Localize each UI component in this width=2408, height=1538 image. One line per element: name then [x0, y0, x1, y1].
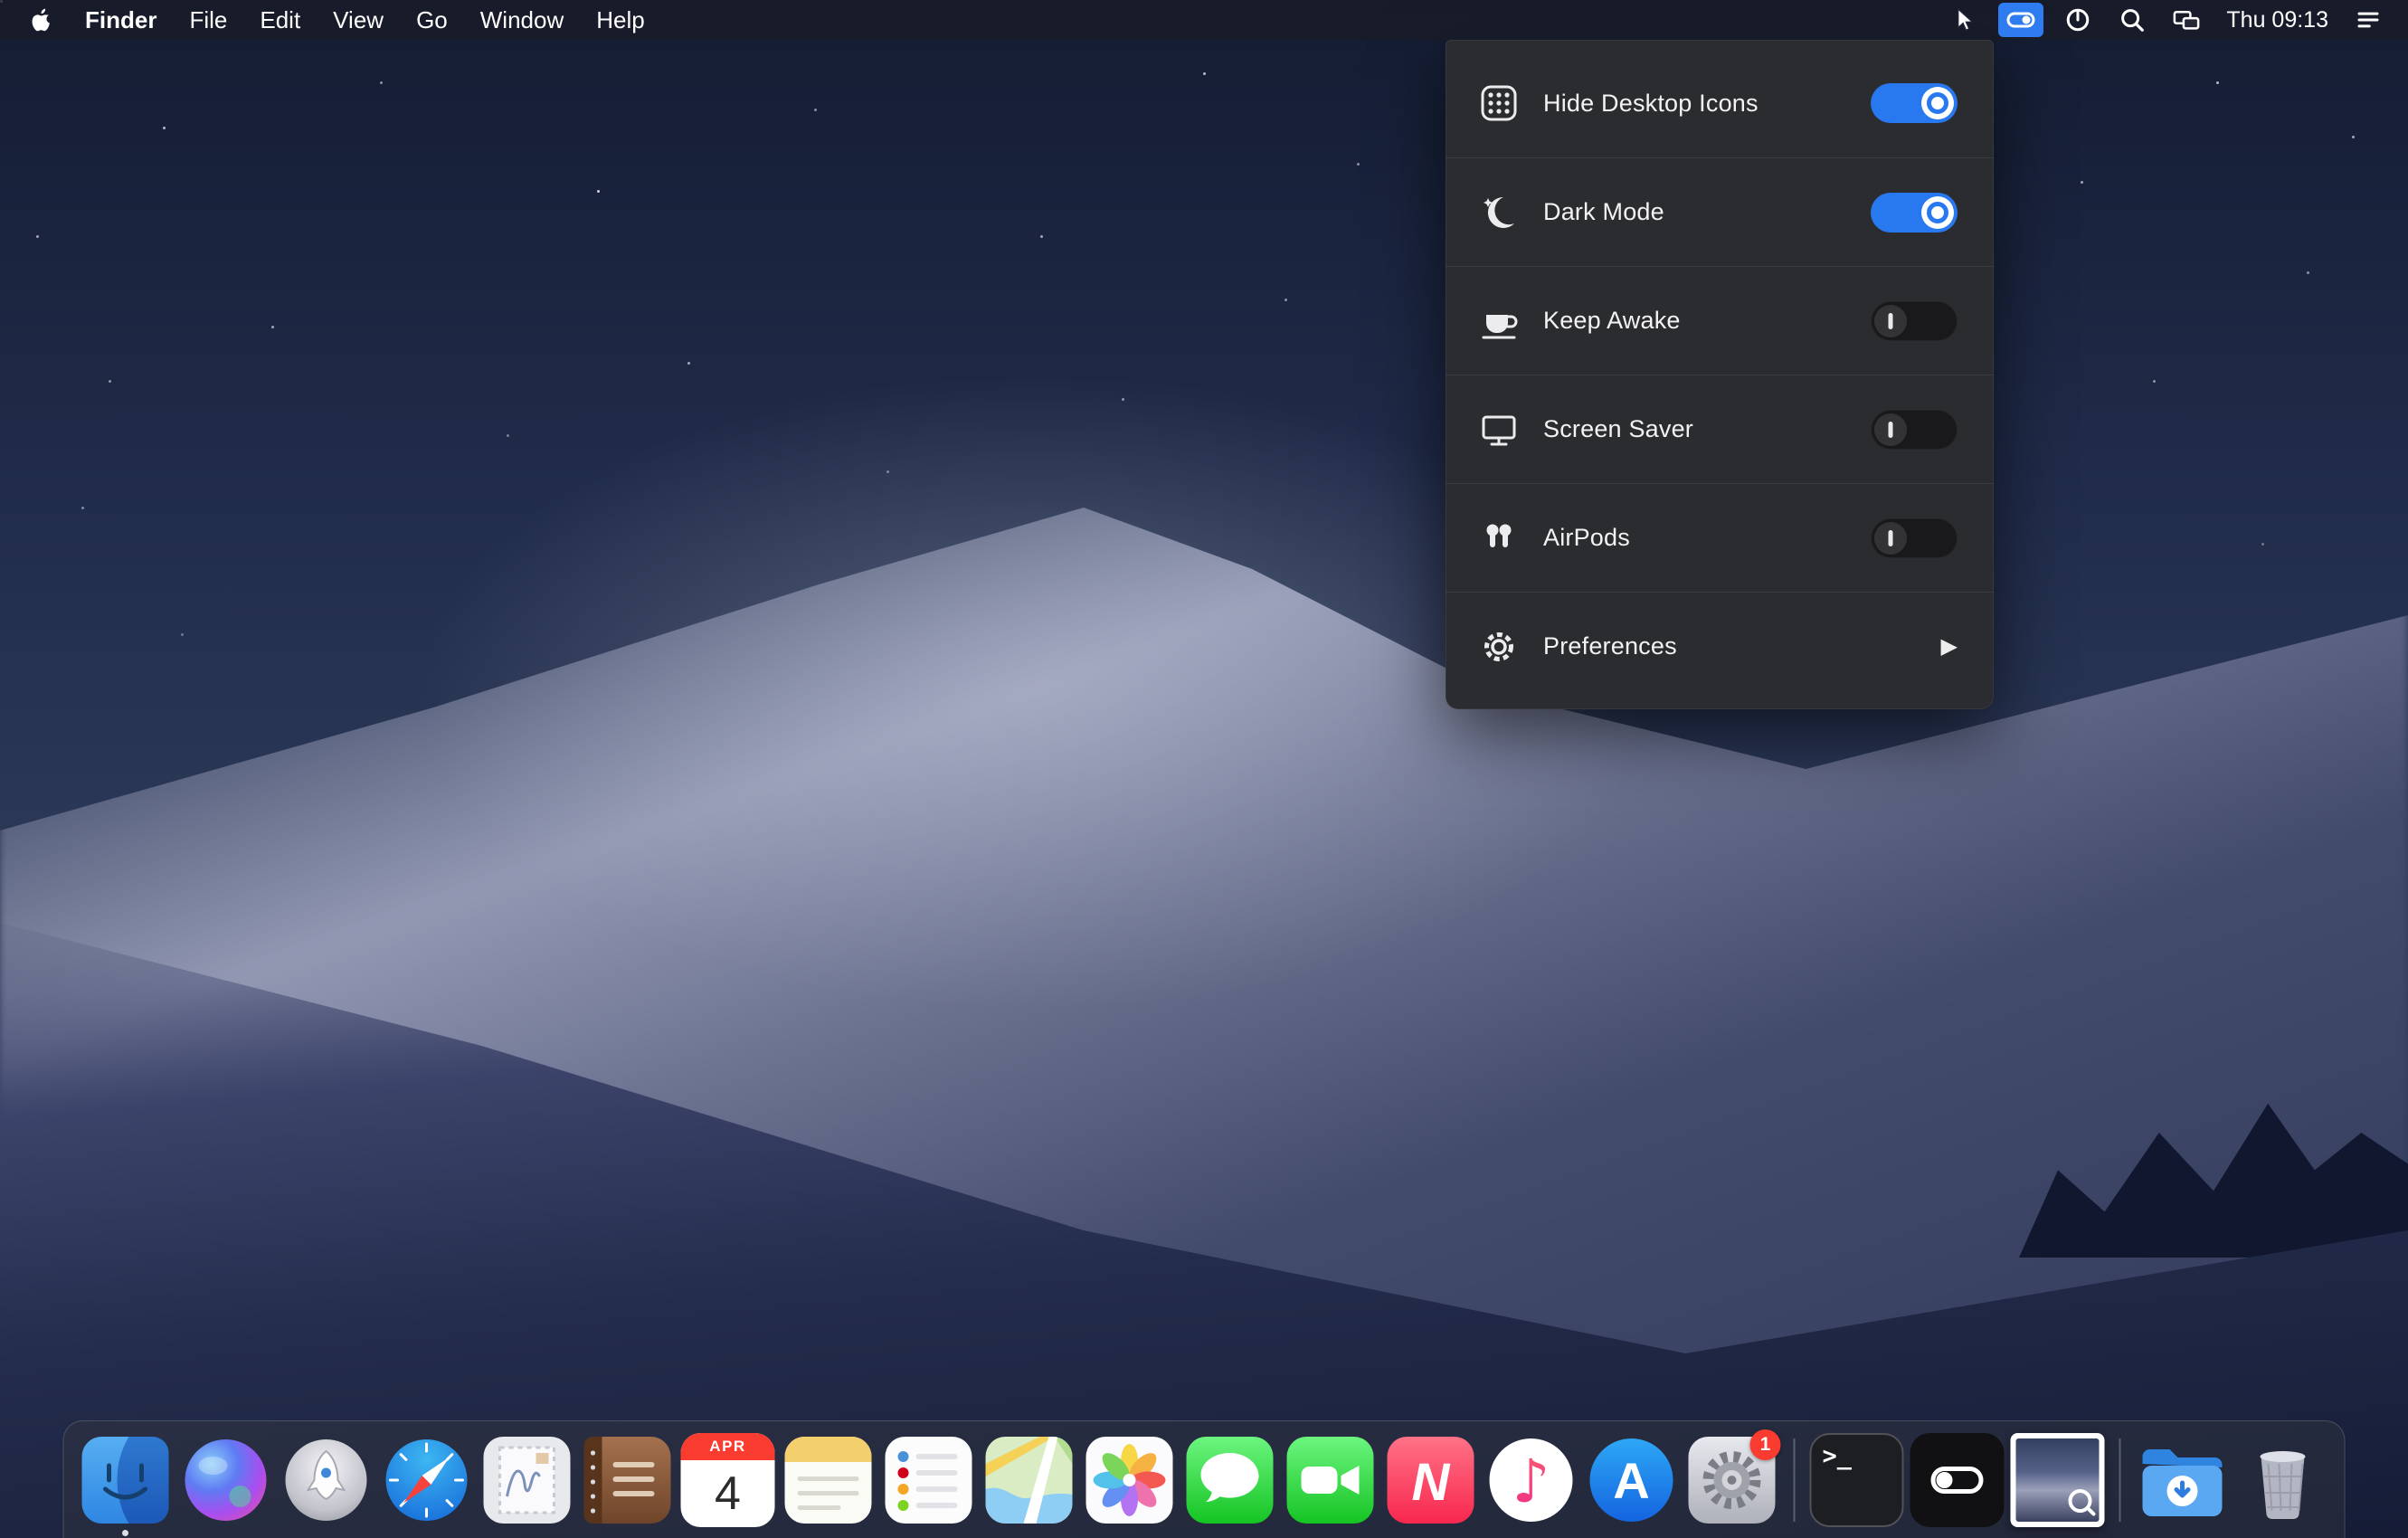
submenu-arrow-icon: ▶: [1941, 633, 1958, 660]
gear-icon: [1478, 626, 1520, 668]
panel-item-label: AirPods: [1543, 524, 1630, 552]
menu-bar: Finder File Edit View Go Window Help: [0, 0, 2408, 40]
dock-photos[interactable]: [1083, 1433, 1177, 1527]
dark-mode-toggle[interactable]: [1871, 193, 1958, 233]
screen-saver-toggle[interactable]: [1871, 410, 1958, 450]
dock-terminal[interactable]: >_: [1810, 1433, 1904, 1527]
hide-desktop-icons-toggle[interactable]: [1871, 83, 1958, 123]
wallpaper-mountains: [2019, 1049, 2408, 1258]
screen-mirroring-icon[interactable]: [2159, 0, 2214, 40]
menu-window[interactable]: Window: [464, 0, 580, 40]
toggle-knob: [1921, 87, 1954, 119]
dock-separator: [1794, 1438, 1796, 1522]
panel-item-label: Keep Awake: [1543, 307, 1681, 335]
panel-item-airpods[interactable]: AirPods: [1446, 483, 1994, 592]
toggle-knob: [1874, 413, 1907, 446]
menu-help[interactable]: Help: [580, 0, 660, 40]
terminal-prompt: >_: [1823, 1442, 1853, 1470]
wallpaper-dune: [0, 0, 2408, 1538]
desktop-wallpaper: [0, 0, 2408, 1538]
dock: APR 4: [63, 1420, 2346, 1538]
apple-menu[interactable]: [13, 0, 69, 40]
one-switch-panel: Hide Desktop Icons Dark Mode Keep Awake …: [1446, 40, 1994, 709]
one-switch-menubar-icon[interactable]: [1998, 3, 2043, 37]
dock-messages[interactable]: [1183, 1433, 1277, 1527]
toggle-glyph-icon: [2005, 7, 2036, 33]
desktop-icons-grid-icon: [1478, 82, 1520, 124]
dock-news[interactable]: N: [1384, 1433, 1478, 1527]
dock-launchpad[interactable]: [280, 1433, 374, 1527]
panel-item-dark-mode[interactable]: Dark Mode: [1446, 157, 1994, 266]
dock-siri[interactable]: [179, 1433, 273, 1527]
screenshot-thumbnail: [2016, 1438, 2100, 1522]
dock-maps[interactable]: [982, 1433, 1076, 1527]
panel-item-label: Hide Desktop Icons: [1543, 90, 1759, 118]
calendar-month: APR: [681, 1433, 775, 1460]
appstore-letter: A: [1613, 1452, 1649, 1509]
news-letter: N: [1412, 1453, 1451, 1512]
calendar-day: 4: [681, 1460, 775, 1527]
dock-screenshot-preview[interactable]: [2011, 1433, 2105, 1527]
dock-downloads[interactable]: [2136, 1433, 2230, 1527]
dock-notes[interactable]: [782, 1433, 876, 1527]
panel-item-hide-desktop-icons[interactable]: Hide Desktop Icons: [1446, 49, 1994, 157]
menu-go[interactable]: Go: [400, 0, 464, 40]
menu-file[interactable]: File: [173, 0, 243, 40]
dock-system-preferences[interactable]: 1: [1685, 1433, 1779, 1527]
apple-logo-icon: [29, 6, 52, 33]
dock-one-switch[interactable]: [1910, 1433, 2005, 1527]
panel-item-label: Screen Saver: [1543, 415, 1693, 443]
panel-item-preferences[interactable]: Preferences ▶: [1446, 592, 1994, 700]
toggle-knob: [1874, 305, 1907, 337]
moon-icon: [1478, 192, 1520, 233]
wallpaper-dune-glow: [0, 0, 2408, 1538]
panel-item-keep-awake[interactable]: Keep Awake: [1446, 266, 1994, 375]
airpods-icon: [1478, 517, 1520, 559]
notification-badge: 1: [1750, 1429, 1781, 1460]
magnifier-icon: [2069, 1489, 2092, 1513]
music-note-glyph: ♪: [1512, 1447, 1550, 1516]
running-indicator: [122, 1530, 128, 1536]
menu-bar-clock[interactable]: Thu 09:13: [2214, 7, 2341, 33]
panel-item-screen-saver[interactable]: Screen Saver: [1446, 375, 1994, 483]
dock-trash[interactable]: [2236, 1433, 2330, 1527]
panel-item-label: Preferences: [1543, 632, 1677, 660]
dock-calendar[interactable]: APR 4: [681, 1433, 775, 1527]
dock-separator: [2119, 1438, 2121, 1522]
wallpaper-dune-foreground: [0, 0, 2408, 1538]
dock-mail[interactable]: [480, 1433, 574, 1527]
notification-center-icon[interactable]: [2341, 0, 2395, 40]
panel-item-label: Dark Mode: [1543, 198, 1664, 226]
menu-view[interactable]: View: [317, 0, 400, 40]
display-icon: [1478, 409, 1520, 451]
menu-edit[interactable]: Edit: [243, 0, 317, 40]
dock-finder[interactable]: [79, 1433, 173, 1527]
toggle-knob: [1874, 522, 1907, 555]
status-ring-icon[interactable]: [2051, 0, 2105, 40]
cursor-icon: [1937, 0, 1991, 40]
dock-contacts[interactable]: [581, 1433, 675, 1527]
dock-music[interactable]: ♪: [1484, 1433, 1578, 1527]
dock-app-store[interactable]: A: [1585, 1433, 1679, 1527]
airpods-toggle[interactable]: [1871, 518, 1958, 558]
spotlight-search-icon[interactable]: [2105, 0, 2159, 40]
toggle-knob: [1921, 196, 1954, 229]
dock-reminders[interactable]: [882, 1433, 976, 1527]
toggle-pill-icon: [1931, 1467, 1984, 1494]
coffee-cup-icon: [1478, 300, 1520, 342]
dock-facetime[interactable]: [1284, 1433, 1378, 1527]
active-app-menu[interactable]: Finder: [69, 0, 173, 40]
keep-awake-toggle[interactable]: [1871, 301, 1958, 341]
dock-safari[interactable]: [380, 1433, 474, 1527]
